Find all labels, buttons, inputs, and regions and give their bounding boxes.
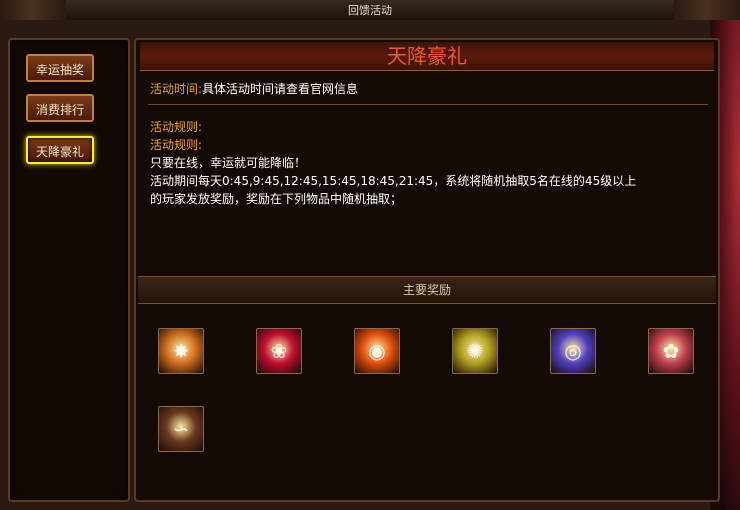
time-value: 具体活动时间请查看官网信息 — [202, 82, 359, 96]
time-label: 活动时间: — [150, 82, 203, 96]
sidebar: 幸运抽奖 消费排行 天降豪礼 — [8, 38, 130, 502]
sidebar-item-spending-rank[interactable]: 消费排行 — [26, 94, 94, 122]
rose-glyph: ✿ — [662, 339, 680, 363]
rules-label: 活动规则: — [150, 120, 203, 134]
orb-glyph: ✺ — [466, 339, 484, 363]
eye-glyph: ◎ — [564, 339, 582, 363]
whip-glyph: ∽ — [172, 417, 190, 441]
title-bar: 回馈活动 — [0, 0, 740, 21]
rules-line: 的玩家发放奖励，奖励在下列物品中随机抽取； — [150, 192, 403, 206]
reward-item[interactable]: ◉ — [354, 328, 400, 374]
reward-item[interactable]: ✺ — [452, 328, 498, 374]
main-panel: 天降豪礼 活动时间:具体活动时间请查看官网信息 活动规则: 活动规则: 只要在线… — [134, 38, 720, 502]
rules-label: 活动规则: — [150, 138, 203, 152]
rules-line: 活动期间每天0:45,9:45,12:45,15:45,18:45,21:45，… — [150, 174, 637, 188]
divider — [148, 104, 708, 105]
reward-item[interactable]: ✸ — [158, 328, 204, 374]
window-title: 回馈活动 — [348, 4, 392, 17]
star-glyph: ✸ — [172, 339, 190, 363]
rewards-header: 主要奖励 — [138, 276, 716, 304]
sidebar-item-lucky-draw[interactable]: 幸运抽奖 — [26, 54, 94, 82]
sidebar-item-sky-gift[interactable]: 天降豪礼 — [26, 136, 94, 164]
reward-item[interactable]: ❀ — [256, 328, 302, 374]
reward-item[interactable]: ◎ — [550, 328, 596, 374]
page-title: 天降豪礼 — [140, 42, 714, 71]
rules-line: 只要在线，幸运就可能降临！ — [150, 156, 307, 170]
activity-time: 活动时间:具体活动时间请查看官网信息 — [150, 80, 358, 97]
reward-item[interactable]: ✿ — [648, 328, 694, 374]
rules-text: 活动规则: 活动规则: 只要在线，幸运就可能降临！ 活动期间每天0:45,9:4… — [150, 118, 710, 208]
fire-glyph: ◉ — [368, 339, 386, 363]
reward-item[interactable]: ∽ — [158, 406, 204, 452]
rose-glyph: ❀ — [270, 339, 288, 363]
